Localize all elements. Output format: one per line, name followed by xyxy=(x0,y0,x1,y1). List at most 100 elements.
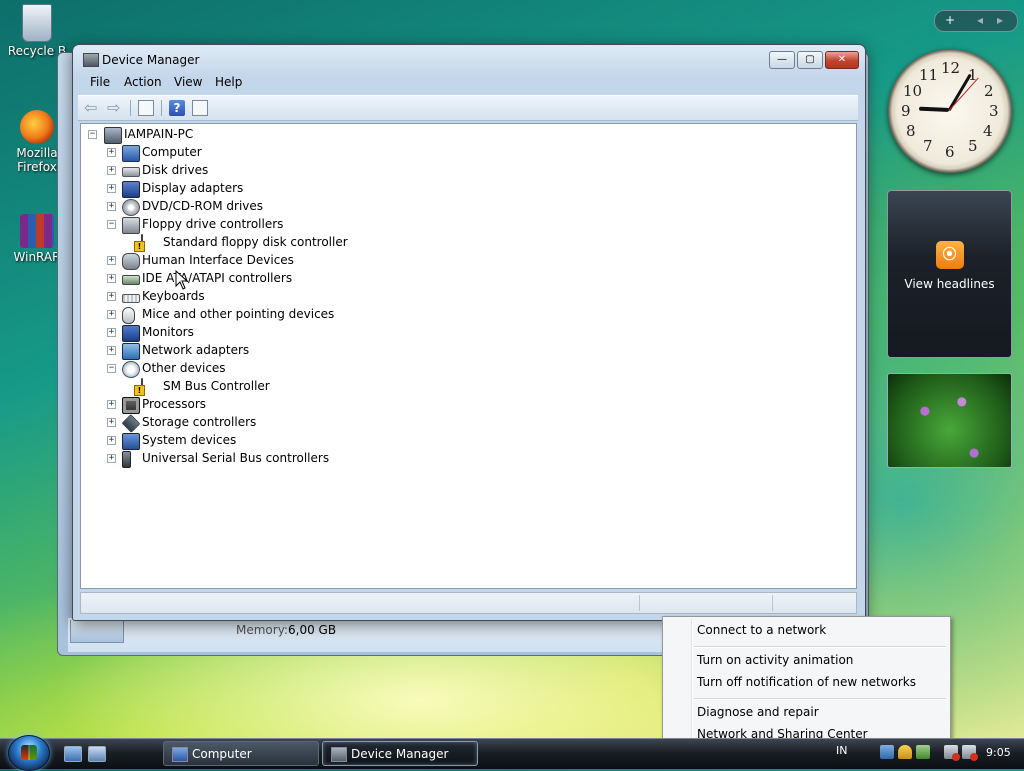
device-warning-icon xyxy=(141,378,143,394)
device-manager-window[interactable]: Device Manager — ▢ ✕ File Action View He… xyxy=(72,44,866,621)
feed-headlines-gadget[interactable]: ⦿ View headlines xyxy=(887,190,1012,358)
show-desktop-icon[interactable] xyxy=(64,746,82,762)
clock-number-5: 5 xyxy=(968,137,978,155)
start-button[interactable] xyxy=(8,735,50,771)
language-indicator[interactable]: IN xyxy=(836,744,847,757)
network-context-menu: Connect to a network Turn on activity an… xyxy=(662,616,951,742)
menu-bar: File Action View Help xyxy=(78,73,858,93)
expand-icon[interactable]: + xyxy=(107,166,116,175)
clock-hour-hand xyxy=(918,106,950,112)
close-button[interactable]: ✕ xyxy=(825,51,859,69)
menu-action[interactable]: Action xyxy=(124,75,162,89)
collapse-icon[interactable]: − xyxy=(107,220,116,229)
expand-icon[interactable]: + xyxy=(107,310,116,319)
taskbar-button-computer[interactable]: Computer xyxy=(163,741,319,766)
expand-icon[interactable]: + xyxy=(107,292,116,301)
menu-gutter xyxy=(691,619,693,739)
storage-controller-icon xyxy=(121,414,141,433)
expand-icon[interactable]: + xyxy=(107,328,116,337)
maximize-button[interactable]: ▢ xyxy=(797,51,823,69)
tree-category-label: Storage controllers xyxy=(142,415,257,429)
network-disconnected-icon[interactable] xyxy=(944,745,960,761)
expand-icon[interactable]: + xyxy=(107,256,116,265)
network-status-icon[interactable] xyxy=(916,745,930,759)
tree-category-label: Floppy drive controllers xyxy=(142,217,284,231)
clock-number-8: 8 xyxy=(906,122,916,140)
monitor-icon xyxy=(122,325,140,342)
tree-category-label: Human Interface Devices xyxy=(142,253,294,267)
expand-icon[interactable]: + xyxy=(107,148,116,157)
tree-category-label: Display adapters xyxy=(142,181,244,195)
computer-icon xyxy=(172,747,188,762)
title-bar[interactable]: Device Manager — ▢ ✕ xyxy=(73,45,865,73)
recycle-bin-icon xyxy=(22,4,52,42)
window-title: Device Manager xyxy=(102,53,200,67)
tree-category-label: Keyboards xyxy=(142,289,205,303)
clock-gadget[interactable]: 12 1 2 3 4 5 6 7 8 9 10 11 xyxy=(888,49,1012,173)
status-divider xyxy=(639,595,640,611)
security-center-icon[interactable] xyxy=(898,745,912,759)
menu-separator xyxy=(694,698,946,700)
menu-item-connect-to-network[interactable]: Connect to a network xyxy=(697,623,826,637)
menu-file[interactable]: File xyxy=(90,75,110,89)
minimize-button[interactable]: — xyxy=(769,51,795,69)
status-bar xyxy=(80,592,857,614)
view-headlines-label[interactable]: View headlines xyxy=(888,277,1011,291)
tree-child-item[interactable]: Standard floppy disk controller xyxy=(124,234,348,252)
help-icon[interactable]: ? xyxy=(169,100,185,116)
tree-child-item[interactable]: SM Bus Controller xyxy=(124,378,270,396)
expand-icon[interactable]: + xyxy=(107,346,116,355)
recycle-bin-desktop-icon[interactable]: Recycle B xyxy=(6,4,68,58)
back-arrow-icon[interactable]: ⇦ xyxy=(84,100,100,116)
toolbar: ⇦ ⇨ ? xyxy=(78,95,858,121)
expand-icon[interactable]: + xyxy=(107,274,116,283)
mute-icon xyxy=(970,753,978,761)
tree-root-label: IAMPAIN-PC xyxy=(124,127,194,141)
floppy-warning-icon xyxy=(141,234,143,250)
windows-defender-icon[interactable] xyxy=(880,745,894,759)
collapse-icon[interactable]: − xyxy=(88,130,97,139)
tree-item-label: SM Bus Controller xyxy=(163,379,270,393)
volume-muted-icon[interactable] xyxy=(962,745,978,761)
expand-icon[interactable]: + xyxy=(107,184,116,193)
expand-icon[interactable]: + xyxy=(107,418,116,427)
clock-number-9: 9 xyxy=(901,102,911,120)
menu-item-diagnose-repair[interactable]: Diagnose and repair xyxy=(697,705,819,719)
computer-icon xyxy=(122,145,140,162)
computer-root-icon xyxy=(104,127,122,144)
expand-icon[interactable]: + xyxy=(107,454,116,463)
device-tree[interactable]: − IAMPAIN-PC + Computer + Disk drives + Displ… xyxy=(80,123,857,589)
rss-icon: ⦿ xyxy=(935,241,964,269)
expand-icon[interactable]: + xyxy=(107,436,116,445)
switch-windows-icon[interactable] xyxy=(88,746,106,762)
processor-icon xyxy=(122,397,140,414)
floppy-controller-icon xyxy=(122,217,140,234)
taskbar-label-computer: Computer xyxy=(192,747,252,761)
show-hide-console-tree-icon[interactable] xyxy=(138,100,154,116)
windows-logo-icon xyxy=(21,745,37,760)
tree-category-label: Network adapters xyxy=(142,343,250,357)
status-divider xyxy=(772,595,773,611)
winrar-icon xyxy=(20,214,54,248)
tree-category-label: Mice and other pointing devices xyxy=(142,307,335,321)
properties-icon[interactable] xyxy=(192,100,208,116)
clock-number-12: 12 xyxy=(941,59,961,77)
expand-icon[interactable]: + xyxy=(107,400,116,409)
forward-arrow-icon[interactable]: ⇨ xyxy=(107,100,123,116)
network-adapter-icon xyxy=(122,343,140,360)
expand-icon[interactable]: + xyxy=(107,202,116,211)
add-gadget-button[interactable]: + xyxy=(945,13,955,27)
next-page-button[interactable]: ▸ xyxy=(997,13,1003,27)
taskbar-clock[interactable]: 9:05 xyxy=(986,746,1011,759)
usb-icon xyxy=(122,451,131,468)
menu-view[interactable]: View xyxy=(174,75,202,89)
menu-help[interactable]: Help xyxy=(215,75,242,89)
taskbar-button-device-manager[interactable]: Device Manager xyxy=(322,741,478,766)
menu-item-notifications[interactable]: Turn off notification of new networks xyxy=(697,675,916,689)
slideshow-gadget[interactable] xyxy=(887,373,1012,468)
collapse-icon[interactable]: − xyxy=(107,364,116,373)
previous-page-button[interactable]: ◂ xyxy=(977,13,983,27)
menu-item-activity-animation[interactable]: Turn on activity animation xyxy=(697,653,853,667)
dvd-drive-icon xyxy=(122,199,140,216)
sidebar-controls: + ◂ ▸ xyxy=(934,10,1018,32)
